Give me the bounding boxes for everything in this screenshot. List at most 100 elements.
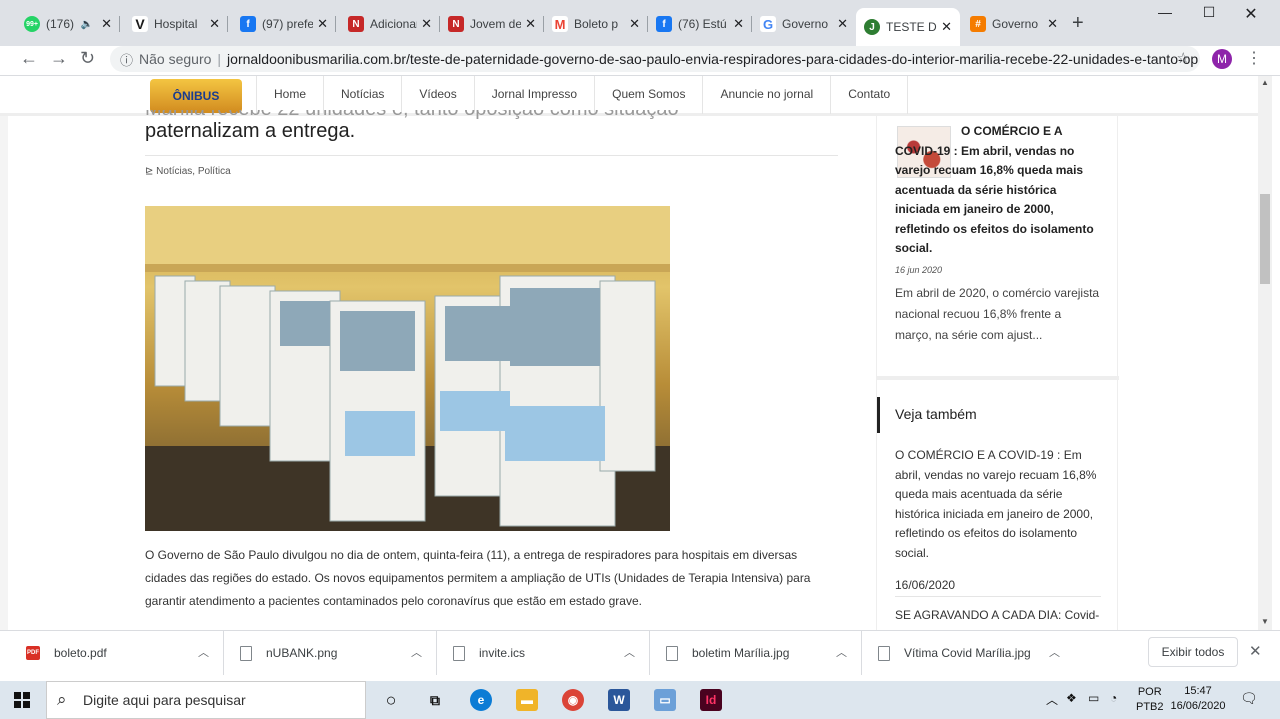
dropbox-icon[interactable]: ❖ [1066, 691, 1077, 705]
computer-icon[interactable]: ▭ [654, 689, 676, 711]
nav-videos[interactable]: Vídeos [402, 76, 475, 114]
taskbar-clock[interactable]: 15:47 16/06/2020 [1170, 684, 1226, 714]
ventilators-photo [145, 206, 670, 531]
security-label: Não seguro [139, 51, 212, 67]
v-site-icon: V [132, 16, 148, 32]
close-tab-icon[interactable]: ✕ [209, 16, 220, 32]
related-post-link[interactable]: O COMÉRCIO E A COVID-19 : Em abril, vend… [895, 446, 1101, 563]
close-tab-icon[interactable]: ✕ [525, 16, 536, 32]
tab-sp-governo[interactable]: # Governo ✕ [962, 8, 1066, 40]
file-icon [453, 645, 465, 661]
page-scrollbar[interactable]: ▲ ▼ [1258, 76, 1272, 630]
chevron-up-icon[interactable]: ︿ [624, 644, 635, 660]
tab-facebook-prefe[interactable]: f (97) prefe ✕ [232, 8, 336, 40]
keyboard-layout: PTB2 [1136, 701, 1164, 713]
browser-toolbar: ← → ↻ ⓘ Não seguro | jornaldoonibusmaril… [0, 46, 1280, 76]
close-tab-icon[interactable]: ✕ [101, 16, 112, 32]
news-site-icon: N [448, 16, 464, 32]
edge-icon[interactable]: e [470, 689, 492, 711]
chrome-icon[interactable]: ◉ [562, 689, 584, 711]
chevron-up-icon[interactable]: ︿ [411, 644, 422, 660]
minimize-icon[interactable]: — [1142, 4, 1188, 20]
browser-menu-icon[interactable]: ⋮ [1246, 48, 1262, 68]
profile-avatar[interactable]: M [1212, 49, 1232, 69]
tab-jovem[interactable]: N Jovem de ✕ [440, 8, 544, 40]
tab-whatsapp[interactable]: 99+ (176) 🔈 ✕ [16, 8, 120, 40]
tab-facebook-estu[interactable]: f (76) Estú ✕ [648, 8, 752, 40]
tab-google-governo[interactable]: G Governo ✕ [752, 8, 856, 40]
download-filename: boletim Marília.jpg [692, 646, 790, 660]
close-tab-icon[interactable]: ✕ [421, 16, 432, 32]
chevron-up-icon[interactable]: ︿ [836, 644, 847, 660]
tab-hospital[interactable]: V Hospital ✕ [124, 8, 228, 40]
chevron-up-icon[interactable]: ︿ [1049, 644, 1060, 660]
new-tab-icon[interactable]: + [1072, 12, 1084, 35]
close-tab-icon[interactable]: ✕ [1047, 16, 1058, 32]
close-tab-icon[interactable]: ✕ [629, 16, 640, 32]
scroll-up-arrow-icon[interactable]: ▲ [1261, 78, 1269, 87]
download-item[interactable]: Vítima Covid Marília.jpg ︿ [862, 631, 1074, 675]
tab-gmail-boleto[interactable]: M Boleto p ✕ [544, 8, 648, 40]
file-explorer-icon[interactable]: ▬ [516, 689, 538, 711]
close-tab-icon[interactable]: ✕ [733, 16, 744, 32]
download-item[interactable]: invite.ics ︿ [437, 631, 650, 675]
url-text: jornaldoonibusmarilia.com.br/teste-de-pa… [227, 51, 1200, 67]
close-downloads-icon[interactable]: ✕ [1249, 642, 1262, 660]
scroll-down-arrow-icon[interactable]: ▼ [1261, 617, 1269, 626]
article-body: O Governo de São Paulo divulgou no dia d… [145, 548, 811, 608]
show-hidden-icons-icon[interactable]: ︿ [1046, 691, 1058, 708]
chevron-up-icon[interactable]: ︿ [198, 644, 209, 660]
wifi-icon[interactable]: ◔ [1110, 691, 1117, 705]
whatsapp-icon: 99+ [24, 16, 40, 32]
close-tab-icon[interactable]: ✕ [941, 19, 952, 35]
indesign-icon[interactable]: Id [700, 689, 722, 711]
search-icon: ⌕ [57, 690, 67, 709]
address-bar[interactable]: ⓘ Não seguro | jornaldoonibusmarilia.com… [110, 46, 1200, 72]
word-icon[interactable]: W [608, 689, 630, 711]
battery-icon[interactable]: ▭ [1088, 691, 1099, 705]
forward-arrow-icon[interactable]: → [50, 48, 68, 69]
close-window-icon[interactable]: ✕ [1228, 4, 1274, 24]
nav-jornal-impresso[interactable]: Jornal Impresso [475, 76, 596, 114]
tab-teste-active[interactable]: J TESTE DE ✕ [856, 8, 960, 46]
download-filename: invite.ics [479, 646, 526, 660]
gmail-icon: M [552, 16, 568, 32]
search-placeholder: Digite aqui para pesquisar [83, 692, 246, 708]
bookmark-star-icon[interactable]: ☆ [1177, 49, 1190, 67]
maximize-icon[interactable]: ☐ [1186, 4, 1232, 21]
language-indicator[interactable]: POR PTB2 [1136, 685, 1164, 715]
scrollbar-thumb[interactable] [1260, 194, 1270, 284]
taskbar-search-box[interactable]: ⌕ Digite aqui para pesquisar [46, 681, 366, 719]
download-item[interactable]: boletim Marília.jpg ︿ [650, 631, 862, 675]
info-icon[interactable]: ⓘ [120, 50, 133, 69]
site-logo[interactable]: ÔNIBUS [150, 79, 242, 113]
page-viewport: ÔNIBUS Home Notícias Vídeos Jornal Impre… [0, 76, 1280, 630]
download-filename: nUBANK.png [266, 646, 338, 660]
back-arrow-icon[interactable]: ← [20, 48, 38, 69]
speaker-icon[interactable]: 🔈 [81, 19, 93, 30]
nav-contato[interactable]: Contato [831, 76, 909, 114]
reload-icon[interactable]: ↻ [80, 48, 95, 69]
windows-taskbar: ⌕ Digite aqui para pesquisar ○ ⧉ e ▬ ◉ W… [0, 681, 1280, 719]
nav-noticias[interactable]: Notícias [324, 76, 403, 114]
nav-anuncie[interactable]: Anuncie no jornal [703, 76, 832, 114]
sidebar-divider [877, 376, 1119, 380]
related-post-link[interactable]: SE AGRAVANDO A CADA DIA: Covid- [895, 608, 1101, 622]
nav-home[interactable]: Home [256, 76, 325, 114]
tab-adicionar[interactable]: N Adicionar ✕ [340, 8, 440, 40]
notifications-icon[interactable]: 🗨 [1240, 690, 1258, 707]
download-item[interactable]: PDF boleto.pdf ︿ [12, 631, 224, 675]
article-hero-image [145, 206, 670, 531]
download-item[interactable]: nUBANK.png ︿ [224, 631, 437, 675]
show-all-downloads-button[interactable]: Exibir todos [1148, 637, 1238, 667]
close-tab-icon[interactable]: ✕ [837, 16, 848, 32]
featured-post-title[interactable]: O COMÉRCIO E A COVID-19 : Em abril, vend… [895, 122, 1101, 259]
category-links[interactable]: Notícias, Política [156, 166, 230, 177]
file-icon [878, 645, 890, 661]
close-tab-icon[interactable]: ✕ [317, 16, 328, 32]
nav-quem-somos[interactable]: Quem Somos [595, 76, 704, 114]
task-view-icon[interactable]: ⧉ [424, 689, 446, 711]
pdf-file-icon: PDF [26, 646, 40, 660]
windows-start-icon[interactable] [14, 692, 30, 708]
cortana-icon[interactable]: ○ [380, 689, 402, 711]
